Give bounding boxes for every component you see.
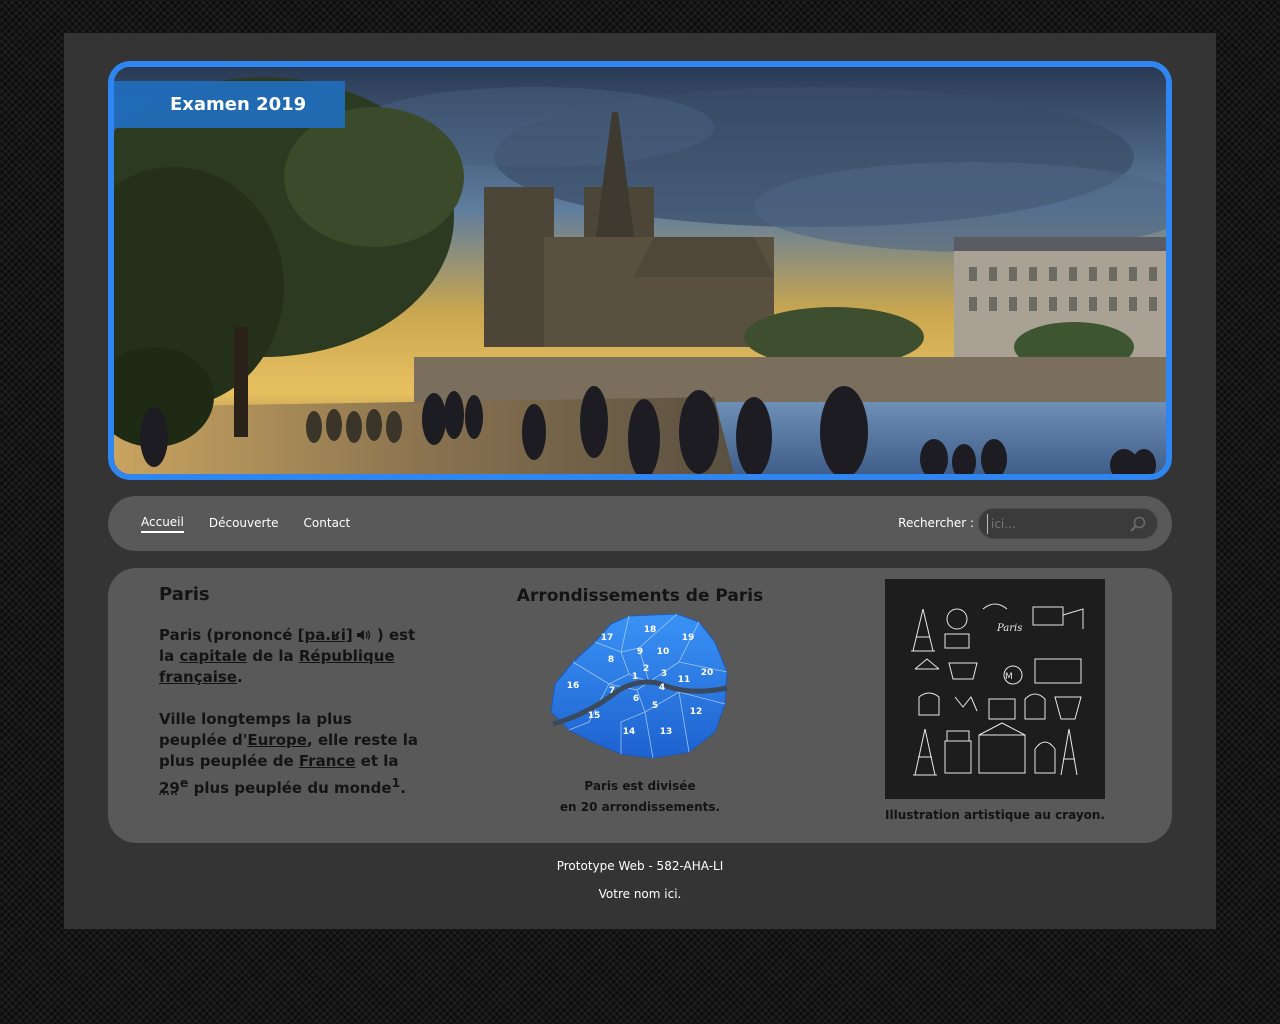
map-label-19: 19 <box>682 633 695 643</box>
audio-icon[interactable] <box>356 629 372 641</box>
footer-prototype: Prototype Web - 582-AHA-LI <box>556 859 724 873</box>
map-label-14: 14 <box>623 727 636 737</box>
paris-paragraph-1: Paris (prononcé [pa.ʁi] ) est la capital… <box>159 625 419 688</box>
search-input[interactable] <box>987 514 1127 534</box>
map-label-16: 16 <box>567 681 580 691</box>
hero-banner: Examen 2019 <box>108 61 1172 480</box>
map-label-15: 15 <box>588 711 601 721</box>
text: et la <box>355 752 399 770</box>
page-container: Examen 2019 Accueil Découverte Contact R… <box>64 33 1216 929</box>
footer-author: Votre nom ici. <box>598 887 682 901</box>
map-label-12: 12 <box>690 707 703 717</box>
text: de la <box>247 647 299 665</box>
map-label-3: 3 <box>661 669 667 679</box>
map-label-17: 17 <box>601 633 614 643</box>
map-caption-line1: Paris est divisée <box>584 779 696 793</box>
footer: Prototype Web - 582-AHA-LI Votre nom ici… <box>64 859 1216 915</box>
map-label-20: 20 <box>701 668 714 678</box>
text: plus peuplée du monde <box>188 779 392 797</box>
ipa-link[interactable]: [pa.ʁi] <box>298 626 353 644</box>
illustration-section: Paris M Illustration artistique au crayo… <box>858 579 1132 826</box>
search-label: Rechercher : <box>898 516 974 530</box>
map-label-2: 2 <box>643 664 649 674</box>
map-label-7: 7 <box>609 686 615 696</box>
content-panel: Paris Paris (prononcé [pa.ʁi] ) est la c… <box>108 568 1172 843</box>
capitale-link[interactable]: capitale <box>180 647 248 665</box>
footnote-ref[interactable]: 1 <box>392 775 401 790</box>
paris-title: Paris <box>159 584 210 605</box>
text: . <box>236 668 243 686</box>
text: . <box>400 779 406 797</box>
france-link[interactable]: France <box>299 752 356 770</box>
banner-title: Examen 2019 <box>114 81 345 128</box>
map-label-9: 9 <box>637 647 643 657</box>
arrondissements-section: Arrondissements de Paris 1 2 3 4 5 6 7 8… <box>488 586 792 818</box>
paris-paragraph-2: Ville longtemps la plus peuplée d'Europe… <box>159 709 419 799</box>
search-icon[interactable] <box>1129 515 1147 533</box>
europe-link[interactable]: Europe <box>247 731 307 749</box>
nav-bar: Accueil Découverte Contact Rechercher : <box>108 496 1172 551</box>
map-label-8: 8 <box>608 655 614 665</box>
paris-section: Paris Paris (prononcé [pa.ʁi] ) est la c… <box>159 584 419 820</box>
map-label-18: 18 <box>644 625 657 635</box>
map-label-10: 10 <box>657 647 670 657</box>
paris-sketch-illustration: Paris M <box>885 579 1105 799</box>
nav-item-contact[interactable]: Contact <box>304 516 351 532</box>
map-label-6: 6 <box>633 694 639 704</box>
map-label-1: 1 <box>632 672 638 682</box>
nav-item-decouverte[interactable]: Découverte <box>209 516 279 532</box>
paris-arrondissements-map: 1 2 3 4 5 6 7 8 9 10 11 12 13 14 15 16 1 <box>550 613 728 759</box>
nav-item-accueil[interactable]: Accueil <box>141 515 184 533</box>
notre-dame-photo <box>114 67 1166 474</box>
map-caption: Paris est divisée en 20 arrondissements. <box>488 776 792 818</box>
illustration-caption: Illustration artistique au crayon. <box>885 808 1105 822</box>
search-box <box>978 508 1158 539</box>
map-label-4: 4 <box>659 683 665 693</box>
text: Paris (prononcé <box>159 626 298 644</box>
arrondissements-title: Arrondissements de Paris <box>516 586 764 606</box>
map-label-5: 5 <box>652 701 658 711</box>
nav-menu: Accueil Découverte Contact <box>141 496 350 551</box>
map-label-11: 11 <box>678 675 691 685</box>
svg-text:M: M <box>1005 672 1013 682</box>
svg-text:Paris: Paris <box>996 623 1022 634</box>
rank-abbr: 29 <box>159 779 180 797</box>
map-caption-line2: en 20 arrondissements. <box>559 800 721 814</box>
map-label-13: 13 <box>660 727 673 737</box>
